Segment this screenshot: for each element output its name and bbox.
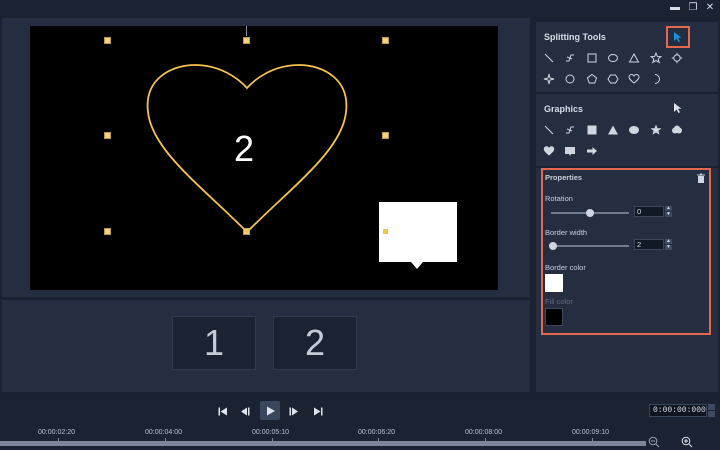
border-width-input[interactable]: 2 — [634, 239, 664, 250]
pentagon-icon[interactable] — [585, 72, 599, 86]
speech-bubble-tail — [411, 262, 423, 269]
sparkle-icon[interactable] — [542, 72, 556, 86]
select-cursor-button[interactable] — [666, 26, 690, 48]
graphics-cursor-icon[interactable] — [671, 101, 685, 115]
zoom-out-icon[interactable] — [648, 435, 660, 448]
resize-handle-top[interactable] — [243, 37, 250, 44]
heart-number: 2 — [233, 128, 255, 169]
crescent-icon[interactable] — [649, 72, 663, 86]
rotation-stepper[interactable]: ▲ ▼ — [665, 206, 672, 217]
timecode-input[interactable]: 0:00:00:000 — [649, 404, 707, 417]
clip-panel — [2, 300, 530, 392]
bubble-handle[interactable] — [383, 229, 388, 234]
rotation-handle-line — [246, 26, 247, 36]
speech-bubble-icon[interactable] — [563, 144, 577, 158]
splitting-tools-title: Splitting Tools — [544, 32, 606, 42]
timeline-scrollbar[interactable] — [0, 441, 646, 446]
clip-item-1[interactable]: 1 — [172, 316, 256, 370]
border-color-swatch[interactable] — [545, 274, 563, 292]
resize-handle-right[interactable] — [382, 132, 389, 139]
restore-button[interactable]: ❐ — [686, 1, 700, 14]
resize-handle-bottom-left[interactable] — [104, 228, 111, 235]
rotation-label: Rotation — [545, 194, 573, 203]
filled-star-icon[interactable] — [649, 123, 663, 137]
panel-separator — [536, 92, 718, 94]
title-bar: ▬ ❐ ✕ — [0, 0, 720, 16]
border-width-stepper[interactable]: ▲ ▼ — [665, 239, 672, 250]
resize-handle-left[interactable] — [104, 132, 111, 139]
filled-cloud-icon[interactable] — [670, 123, 684, 137]
filled-heart-icon[interactable] — [542, 144, 556, 158]
minimize-button[interactable]: ▬ — [668, 1, 682, 14]
hexagon-icon[interactable] — [606, 72, 620, 86]
resize-handle-top-left[interactable] — [104, 37, 111, 44]
circle-icon[interactable] — [606, 51, 620, 65]
next-frame-button[interactable] — [285, 404, 303, 418]
border-color-label: Border color — [545, 263, 586, 272]
resize-handle-top-right[interactable] — [382, 37, 389, 44]
ruler-label: 00:00:08:00 — [465, 429, 502, 436]
square-icon[interactable] — [585, 51, 599, 65]
previous-frame-button[interactable] — [236, 404, 254, 418]
border-width-slider-track[interactable] — [551, 245, 629, 247]
ruler-label: 00:00:04:00 — [145, 429, 182, 436]
filled-square-icon[interactable] — [585, 123, 599, 137]
speech-bubble-shape[interactable] — [379, 202, 457, 262]
cursor-icon — [674, 32, 682, 42]
go-to-end-button[interactable] — [309, 404, 327, 418]
properties-title: Properties — [545, 173, 583, 182]
arrow-right-icon[interactable] — [585, 144, 599, 158]
rotation-slider-thumb[interactable] — [586, 209, 594, 217]
graphic-line-icon[interactable] — [542, 123, 556, 137]
trash-icon[interactable] — [695, 172, 707, 184]
filled-circle-icon[interactable] — [627, 123, 641, 137]
filled-triangle-icon[interactable] — [606, 123, 620, 137]
triangle-icon[interactable] — [627, 51, 641, 65]
graphics-title: Graphics — [544, 104, 584, 114]
go-to-start-button[interactable] — [214, 404, 232, 418]
fill-color-swatch[interactable] — [545, 308, 563, 326]
ruler-label: 00:00:09:10 — [572, 429, 609, 436]
ruler-label: 00:00:02:20 — [38, 429, 75, 436]
circle-outline-icon[interactable] — [563, 72, 577, 86]
gear-shape-icon[interactable] — [670, 51, 684, 65]
border-width-slider-thumb[interactable] — [548, 242, 557, 250]
play-button[interactable] — [260, 401, 280, 420]
graphic-polyline-icon[interactable] — [563, 123, 577, 137]
clip-label: 1 — [203, 322, 225, 363]
close-button[interactable]: ✕ — [703, 1, 717, 14]
fill-color-label: Fill color — [545, 297, 573, 306]
border-width-label: Border width — [545, 228, 588, 237]
clip-item-2[interactable]: 2 — [273, 316, 357, 370]
star-outline-icon[interactable] — [649, 51, 663, 65]
ruler-label: 00:00:06:20 — [358, 429, 395, 436]
heart-icon[interactable] — [627, 72, 641, 86]
ruler-label: 00:00:05:10 — [252, 429, 289, 436]
zoom-in-icon[interactable] — [681, 435, 693, 448]
timecode-stepper[interactable] — [708, 404, 715, 417]
polyline-icon[interactable] — [563, 51, 577, 65]
rotation-input[interactable]: 0 — [634, 206, 664, 217]
clip-label: 2 — [304, 322, 326, 363]
line-icon[interactable] — [542, 51, 556, 65]
